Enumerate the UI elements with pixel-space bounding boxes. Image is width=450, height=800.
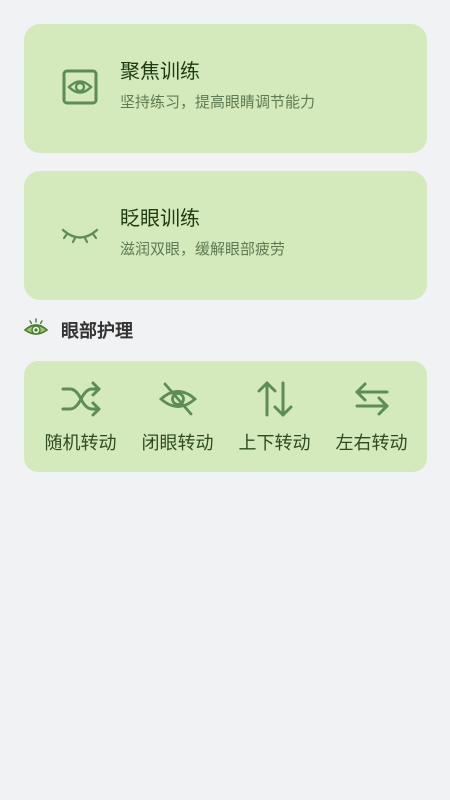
card-title: 眨眼训练 xyxy=(120,206,200,230)
section-header: 眼部护理 xyxy=(23,316,133,344)
exercise-label: 闭眼转动 xyxy=(141,433,214,454)
exercise-random-rotation[interactable]: 随机转动 xyxy=(32,361,129,472)
eye-exercise-grid: 随机转动 闭眼转动 上下转动 左右转动 xyxy=(24,361,427,472)
blink-training-card[interactable]: 眨眼训练 滋润双眼，缓解眼部疲劳 xyxy=(24,171,427,300)
card-subtitle: 坚持练习，提高眼睛调节能力 xyxy=(120,93,316,111)
up-down-arrows-icon xyxy=(254,378,296,420)
exercise-closed-eye-rotation[interactable]: 闭眼转动 xyxy=(129,361,226,472)
exercise-label: 上下转动 xyxy=(238,433,311,454)
shuffle-icon xyxy=(60,378,102,420)
card-title: 聚焦训练 xyxy=(120,59,200,83)
card-subtitle: 滋润双眼，缓解眼部疲劳 xyxy=(120,240,286,258)
exercise-label: 左右转动 xyxy=(335,433,408,454)
focus-eye-icon xyxy=(60,68,100,108)
focus-training-card[interactable]: 聚焦训练 坚持练习，提高眼睛调节能力 xyxy=(24,24,427,153)
closed-eye-icon xyxy=(60,215,100,255)
left-right-arrows-icon xyxy=(351,378,393,420)
eye-care-icon xyxy=(23,318,49,342)
exercise-up-down-rotation[interactable]: 上下转动 xyxy=(226,361,323,472)
section-title: 眼部护理 xyxy=(61,321,133,342)
exercise-left-right-rotation[interactable]: 左右转动 xyxy=(323,361,420,472)
eye-off-icon xyxy=(157,378,199,420)
exercise-label: 随机转动 xyxy=(44,433,117,454)
